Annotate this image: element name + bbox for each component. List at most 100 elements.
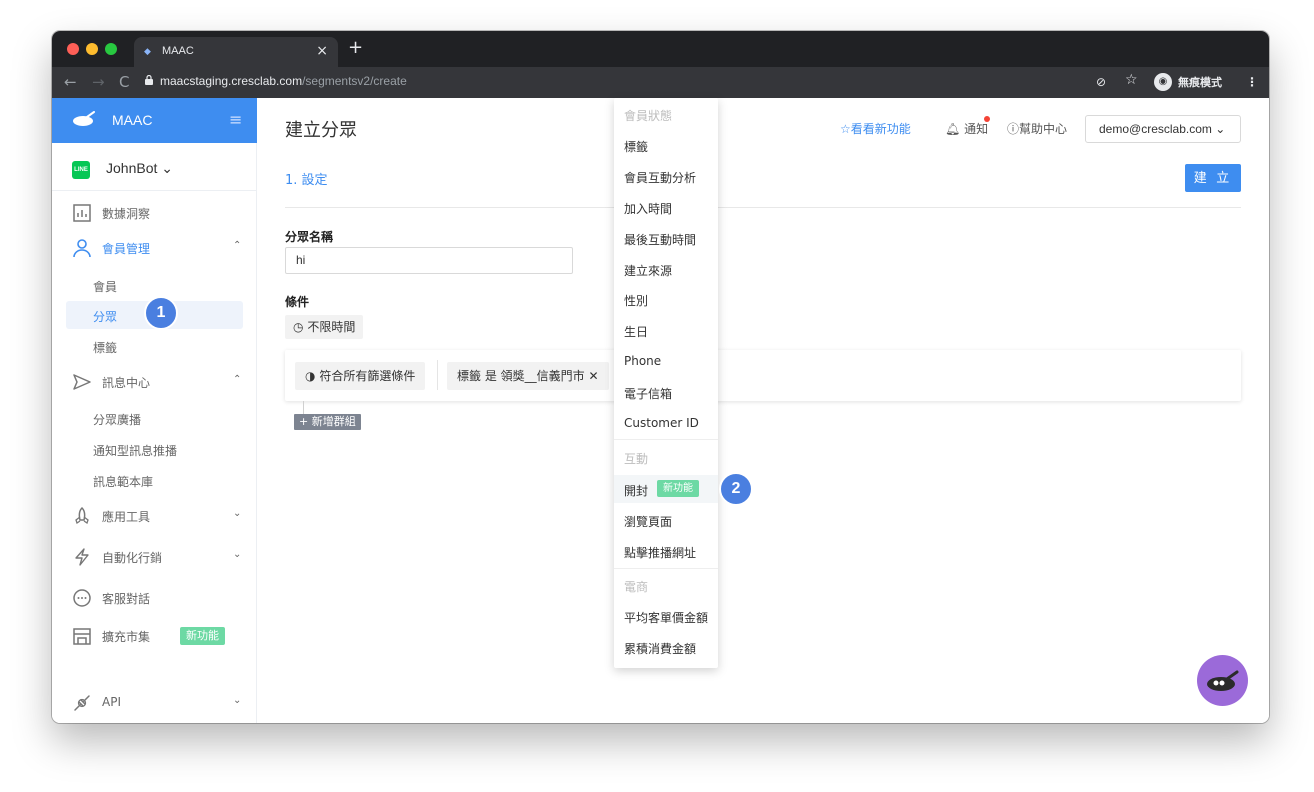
sidebar-subitem-broadcast[interactable]: 分眾廣播: [52, 404, 257, 432]
notification-dot: [984, 116, 990, 122]
close-window-icon[interactable]: [67, 43, 79, 55]
remove-condition-icon[interactable]: ✕: [588, 369, 598, 383]
store-icon: [73, 628, 91, 645]
maac-logo-icon: [73, 111, 95, 126]
chevron-down-icon: ⌄: [161, 160, 173, 176]
sidebar-item-automation[interactable]: 自動化行銷 ⌄: [52, 542, 257, 572]
star-icon: ☆: [840, 122, 851, 136]
incognito-indicator[interactable]: ◉ 無痕模式: [1154, 72, 1222, 92]
dropdown-item-page-view[interactable]: 瀏覽頁面: [624, 513, 672, 530]
chevron-down-icon: ⌄: [233, 695, 242, 706]
browser-tab[interactable]: ◆ MAAC ×: [134, 37, 338, 67]
minimize-window-icon[interactable]: [86, 43, 98, 55]
add-group-button[interactable]: + 新增群組: [294, 414, 361, 430]
reload-icon[interactable]: C: [119, 73, 129, 91]
dropdown-item-gender[interactable]: 性別: [624, 292, 648, 309]
user-account-dropdown[interactable]: demo@cresclab.com ⌄: [1085, 115, 1241, 143]
dropdown-item-phone[interactable]: Phone: [624, 354, 661, 368]
rocket-icon: [75, 506, 89, 525]
dropdown-item-total-spend[interactable]: 累積消費金額: [624, 640, 696, 657]
dropdown-item-avg-order[interactable]: 平均客單價金額: [624, 609, 708, 626]
dropdown-item-source[interactable]: 建立來源: [624, 262, 672, 279]
sidebar-item-label: 分眾: [93, 310, 118, 324]
chevron-down-icon: ⌄: [233, 549, 242, 560]
tab-close-icon[interactable]: ×: [316, 43, 328, 59]
dropdown-separator: [614, 439, 718, 440]
dropdown-group-member-status: 會員狀態: [624, 109, 673, 123]
sidebar-item-label: 應用工具: [102, 510, 151, 524]
whats-new-link[interactable]: ☆看看新功能: [840, 120, 911, 137]
main-content: 建立分眾 ☆看看新功能 🔔︎ 通知 ⓘ幫助中心 demo@cresclab.co…: [257, 98, 1269, 723]
dropdown-item-open[interactable]: 開封: [624, 482, 648, 499]
sidebar-item-api[interactable]: API ⌄: [52, 688, 257, 718]
chevron-up-icon: ⌃: [233, 374, 242, 385]
sidebar-item-message-center[interactable]: 訊息中心 ⌃: [52, 367, 257, 397]
dropdown-group-interaction: 互動: [624, 452, 649, 466]
dropdown-item-last-interaction[interactable]: 最後互動時間: [624, 231, 696, 248]
divider: [285, 207, 1241, 208]
notify-label: 通知: [964, 122, 989, 136]
segment-name-label: 分眾名稱: [285, 230, 334, 244]
dropdown-item-member-analysis[interactable]: 會員互動分析: [624, 169, 696, 186]
whats-new-label: 看看新功能: [850, 122, 911, 136]
dropdown-item-customer-id[interactable]: Customer ID: [624, 416, 699, 430]
segment-name-input[interactable]: hi: [285, 247, 573, 274]
sidebar-item-insights[interactable]: 數據洞察: [52, 198, 257, 228]
hamburger-menu-icon[interactable]: ≡: [229, 110, 242, 129]
chevron-up-icon: ⌃: [233, 240, 242, 251]
incognito-label: 無痕模式: [1178, 76, 1222, 89]
help-center-link[interactable]: ⓘ幫助中心: [1007, 120, 1067, 137]
line-icon: LINE: [72, 161, 90, 179]
sidebar: MAAC ≡ LINE JohnBot ⌄ 數據洞察 會員管理 ⌃ 會員 分眾 …: [52, 98, 257, 723]
step-marker-2: 2: [719, 472, 753, 506]
sidebar-item-label: 客服對話: [102, 592, 151, 606]
chatbot-launcher[interactable]: [1197, 655, 1248, 706]
new-feature-badge: 新功能: [657, 480, 699, 497]
sidebar-item-customer-chat[interactable]: 客服對話: [52, 583, 257, 613]
create-button[interactable]: 建 立: [1185, 164, 1241, 192]
sidebar-item-tools[interactable]: 應用工具 ⌄: [52, 501, 257, 531]
time-range-label: 不限時間: [307, 320, 356, 334]
bot-selector[interactable]: LINE JohnBot ⌄: [52, 143, 257, 191]
sidebar-item-marketplace[interactable]: 擴充市集 新功能: [52, 621, 257, 651]
dropdown-item-join-time[interactable]: 加入時間: [624, 200, 672, 217]
url-field[interactable]: maacstaging.cresclab.com/segmentsv2/crea…: [160, 74, 407, 88]
match-all-button[interactable]: ◑ 符合所有篩選條件: [295, 362, 426, 390]
bookmark-star-icon[interactable]: ☆: [1125, 72, 1138, 88]
forward-icon[interactable]: →: [92, 73, 105, 91]
dropdown-item-tag[interactable]: 標籤: [624, 138, 648, 155]
bot-name: JohnBot ⌄: [106, 160, 173, 177]
maximize-window-icon[interactable]: [105, 43, 117, 55]
sidebar-subitem-notification-push[interactable]: 通知型訊息推播: [52, 435, 257, 463]
dropdown-item-click-url[interactable]: 點擊推播網址: [624, 544, 696, 561]
sidebar-item-label: API: [102, 695, 121, 709]
dropdown-item-birthday[interactable]: 生日: [624, 323, 648, 340]
plug-icon: [74, 695, 90, 711]
dropdown-item-email[interactable]: 電子信箱: [624, 385, 672, 402]
tracking-off-icon[interactable]: ⊘: [1096, 74, 1106, 90]
page-title: 建立分眾: [285, 120, 357, 141]
notification-button[interactable]: 🔔︎ 通知: [945, 120, 988, 137]
sidebar-item-label: 會員管理: [102, 242, 151, 256]
tag-condition-label: 標籤 是 領獎__信義門市: [457, 369, 585, 383]
sidebar-item-label: 通知型訊息推播: [93, 444, 178, 458]
new-tab-icon[interactable]: +: [348, 39, 363, 57]
back-icon[interactable]: ←: [64, 73, 77, 91]
brand-header: MAAC ≡: [52, 98, 257, 143]
sidebar-item-label: 會員: [93, 280, 118, 294]
condition-type-dropdown: 會員狀態 標籤 會員互動分析 加入時間 最後互動時間 建立來源 性別 生日 Ph…: [614, 98, 718, 668]
sidebar-subitem-templates[interactable]: 訊息範本庫: [52, 466, 257, 494]
help-icon: ⓘ: [1007, 122, 1020, 136]
lightning-icon: [75, 548, 89, 566]
time-range-button[interactable]: ◷ 不限時間: [285, 315, 364, 339]
condition-label: 條件: [285, 295, 310, 309]
sidebar-subitem-members[interactable]: 會員: [52, 271, 257, 299]
send-icon: [73, 374, 91, 390]
user-email: demo@cresclab.com: [1099, 122, 1212, 136]
address-bar: ← → C maacstaging.cresclab.com/segmentsv…: [52, 67, 1269, 98]
sidebar-item-member-management[interactable]: 會員管理 ⌃: [52, 233, 257, 263]
sidebar-subitem-tags[interactable]: 標籤: [52, 332, 257, 360]
sidebar-item-label: 訊息範本庫: [93, 475, 154, 489]
tag-condition-chip[interactable]: 標籤 是 領獎__信義門市 ✕: [447, 362, 609, 390]
more-menu-icon[interactable]: ⋮: [1246, 74, 1258, 90]
